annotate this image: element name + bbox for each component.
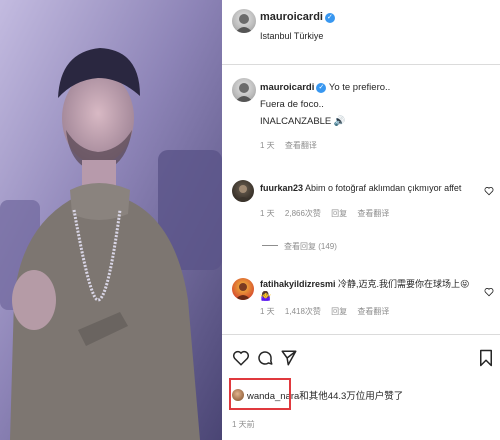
view-replies-label[interactable]: 查看回复 (149) [284, 242, 337, 251]
like-comment-button[interactable] [484, 287, 494, 297]
caption-line-3-row: INALCANZABLE 🔊 [260, 116, 346, 127]
caption-username[interactable]: mauroicardi [260, 82, 314, 93]
comment-username[interactable]: fuurkan23 [260, 183, 303, 193]
comment-reply-link[interactable]: 回复 [331, 209, 347, 218]
caption-avatar[interactable] [232, 78, 256, 102]
bookmark-icon [480, 349, 492, 367]
heart-icon [484, 288, 494, 297]
like-comment-button[interactable] [484, 186, 494, 196]
comment-avatar[interactable] [232, 180, 254, 202]
caption-line-3: INALCANZABLE [260, 116, 332, 127]
comment-username[interactable]: fatihakyildizresmi [260, 279, 336, 289]
comment-likes[interactable]: 2,866次赞 [285, 209, 321, 218]
post-photo[interactable] [0, 0, 222, 440]
comment-translate-link[interactable]: 查看翻译 [357, 307, 389, 316]
comment-age[interactable]: 1 天 [260, 209, 275, 218]
likes-count-text[interactable]: 和其他44.3万位用户赞了 [299, 391, 403, 402]
heart-icon [232, 350, 250, 366]
caption-translate-link[interactable]: 查看翻译 [285, 141, 317, 150]
comment-text-2: fatihakyildizresmi 冷静,迈克.我们需要你在球场上😝🤷‍♀️ [260, 278, 478, 302]
view-replies[interactable]: 查看回复 (149) [262, 241, 337, 252]
verified-badge-icon: ✓ [316, 83, 327, 93]
save-button[interactable] [477, 348, 495, 368]
comment-button[interactable] [256, 348, 274, 368]
post-location[interactable]: Istanbul Türkiye [260, 31, 323, 41]
caption-line-1: Yo te prefiero.. [328, 82, 391, 93]
action-bar [222, 348, 500, 370]
comment-icon [258, 351, 273, 365]
comment-body: Abim o fotoğraf aklımdan çıkmıyor affet [305, 183, 462, 193]
comment-reply-link[interactable]: 回复 [331, 307, 347, 316]
share-button[interactable] [280, 348, 298, 368]
comment-text-1: fuurkan23 Abim o fotoğraf aklımdan çıkmı… [260, 182, 478, 194]
caption-first-line: mauroicardi ✓ Yo te prefiero.. [260, 82, 390, 93]
highlight-box [229, 378, 291, 410]
caption-meta: 1 天 查看翻译 [260, 140, 325, 151]
comment-meta-2: 1 天 1,418次赞 回复 查看翻译 [260, 306, 397, 317]
actions-divider [222, 334, 500, 335]
caption-line-2: Fuera de foco.. [260, 99, 324, 110]
post-detail-panel: mauroicardi ✓ Istanbul Türkiye mauroicard… [222, 0, 500, 440]
comment-translate-link[interactable]: 查看翻译 [357, 209, 389, 218]
like-button[interactable] [232, 348, 250, 368]
caption-age[interactable]: 1 天 [260, 141, 275, 150]
comment-age[interactable]: 1 天 [260, 307, 275, 316]
speaker-emoji: 🔊 [333, 116, 346, 127]
post-timestamp[interactable]: 1 天前 [232, 419, 255, 430]
header-divider [222, 64, 500, 65]
comment-avatar[interactable] [232, 278, 254, 300]
author-username-text[interactable]: mauroicardi [260, 11, 323, 23]
paper-plane-icon [281, 350, 297, 366]
author-avatar[interactable] [232, 9, 256, 33]
photo-illustration [0, 0, 222, 440]
replies-dash [262, 245, 278, 246]
comment-meta-1: 1 天 2,866次赞 回复 查看翻译 [260, 208, 397, 219]
verified-badge-icon: ✓ [324, 13, 335, 23]
author-username[interactable]: mauroicardi ✓ [260, 11, 335, 23]
heart-icon [484, 187, 494, 196]
comment-likes[interactable]: 1,418次赞 [285, 307, 321, 316]
